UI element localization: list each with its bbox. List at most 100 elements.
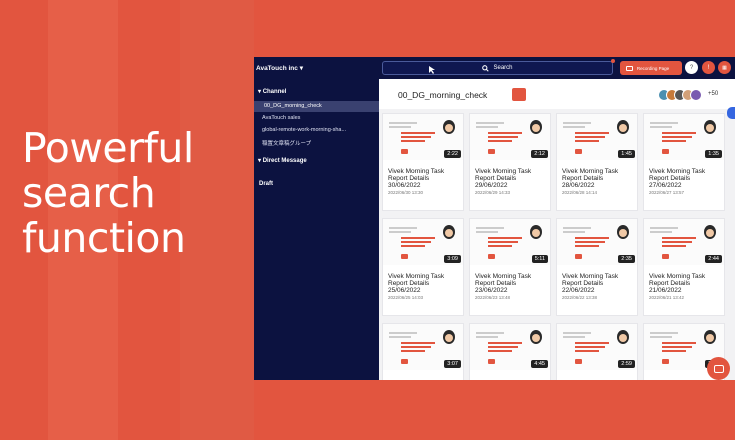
video-duration: 2:35	[618, 255, 635, 263]
video-date-line: 22/06/2022	[562, 287, 595, 294]
video-date-line: 25/06/2022	[388, 287, 421, 294]
play-icon	[488, 149, 495, 154]
video-card[interactable]: 4:45	[469, 323, 551, 380]
recording-page-label: Recording Page	[636, 65, 670, 71]
play-icon	[575, 254, 582, 259]
video-card[interactable]: 1:45 Vivek Morning Task Report Details 28/0…	[556, 113, 638, 211]
video-thumbnail[interactable]: 2:22	[383, 114, 463, 160]
video-timestamp: 2022/06/29 14:33	[475, 190, 511, 195]
video-thumbnail[interactable]: 5:11	[470, 219, 550, 265]
video-thumbnail[interactable]: 4:45	[470, 324, 550, 370]
video-duration: 2:22	[444, 150, 461, 158]
video-card[interactable]: 3:09 Vivek Morning Task Report Details 25/0…	[382, 218, 464, 316]
video-date-line: 27/06/2022	[649, 182, 682, 189]
video-card[interactable]: 2:59	[556, 323, 638, 380]
video-thumbnail[interactable]: 1:45	[557, 114, 637, 160]
dm-section-header[interactable]: ▾ Direct Message	[258, 157, 307, 164]
camera-icon	[626, 65, 633, 71]
video-title-line: Vivek Morning Task	[388, 168, 445, 175]
video-subtitle-line: Report Details	[649, 175, 691, 182]
play-icon	[662, 359, 669, 364]
video-subtitle-line: Report Details	[649, 280, 691, 287]
question-icon[interactable]: ?	[685, 61, 698, 74]
channel-header: 00_DG_morning_check +50	[385, 84, 735, 106]
video-card[interactable]: 2:35 Vivek Morning Task Report Details 22/0…	[556, 218, 638, 316]
video-duration: 3:09	[444, 255, 461, 263]
headline-line: Powerful	[22, 124, 194, 172]
video-duration: 2:59	[618, 360, 635, 368]
video-subtitle-line: Report Details	[562, 280, 604, 287]
sidebar-item-channel[interactable]: global-remote-work-morning-sha...	[262, 127, 374, 133]
headline-line: function	[22, 214, 186, 262]
video-thumbnail[interactable]: 3:09	[383, 219, 463, 265]
avatar	[690, 89, 702, 101]
video-thumbnail[interactable]: 2:44	[644, 219, 724, 265]
video-title: Vivek Morning Task Report Details 29/06/20…	[475, 168, 531, 189]
video-subtitle-line: Report Details	[388, 175, 430, 182]
video-subtitle-line: Report Details	[475, 175, 517, 182]
play-icon	[401, 149, 408, 154]
dm-header-label: Direct Message	[262, 158, 307, 164]
channel-section-header[interactable]: ▾ Channel	[258, 88, 286, 95]
video-duration: 1:35	[705, 150, 722, 158]
video-card[interactable]: 2:44 Vivek Morning Task Report Details 21/0…	[643, 218, 725, 316]
play-icon	[401, 254, 408, 259]
play-icon	[575, 359, 582, 364]
search-bar[interactable]: Search	[382, 61, 613, 75]
sidebar-item-channel[interactable]: 00_DG_morning_check	[254, 101, 379, 112]
video-duration: 3:07	[444, 360, 461, 368]
video-timestamp: 2022/06/22 13:38	[562, 295, 598, 300]
side-panel-tab[interactable]	[727, 107, 735, 119]
video-timestamp: 2022/06/30 13:30	[388, 190, 424, 195]
workspace-switcher[interactable]: AvaTouch inc ▾	[256, 64, 303, 72]
play-icon	[662, 149, 669, 154]
video-title-line: Vivek Morning Task	[562, 168, 619, 175]
draft-link[interactable]: Draft	[259, 181, 273, 187]
video-timestamp: 2022/06/23 13:48	[475, 295, 511, 300]
chat-bubble-button[interactable]	[707, 357, 730, 380]
video-thumbnail[interactable]: 2:59	[557, 324, 637, 370]
video-title-line: Vivek Morning Task	[388, 273, 445, 280]
sidebar-item-channel[interactable]: AvaTouch sales	[262, 115, 374, 121]
video-thumbnail[interactable]: 1:35	[644, 114, 724, 160]
folder-icon[interactable]	[512, 88, 526, 101]
play-icon	[401, 359, 408, 364]
video-duration: 4:45	[531, 360, 548, 368]
sidebar-item-channel[interactable]: 稲置文章稿グループ	[262, 139, 374, 147]
workspace-name: AvaTouch inc	[256, 65, 298, 72]
video-card[interactable]: 3:07	[382, 323, 464, 380]
play-icon	[575, 149, 582, 154]
headline-line: search	[22, 169, 156, 217]
video-date-line: 23/06/2022	[475, 287, 508, 294]
user-avatar-icon[interactable]: ▦	[718, 61, 731, 74]
sidebar: AvaTouch inc ▾ ▾ Channel 00_DG_morning_c…	[254, 57, 379, 380]
member-overflow-count: +50	[708, 91, 719, 97]
member-avatars[interactable]	[658, 89, 702, 101]
video-duration: 5:11	[531, 255, 548, 263]
chevron-down-icon: ▾	[299, 65, 303, 72]
video-card[interactable]: 2:12 Vivek Morning Task Report Details 29/0…	[469, 113, 551, 211]
video-card[interactable]: 5:11 Vivek Morning Task Report Details 23/0…	[469, 218, 551, 316]
video-date-line: 21/06/2022	[649, 287, 682, 294]
app-window: AvaTouch inc ▾ ▾ Channel 00_DG_morning_c…	[254, 57, 735, 380]
video-thumbnail[interactable]: 2:35	[557, 219, 637, 265]
video-title-line: Vivek Morning Task	[562, 273, 619, 280]
video-subtitle-line: Report Details	[388, 280, 430, 287]
channel-title: 00_DG_morning_check	[398, 90, 488, 100]
video-title-line: Vivek Morning Task	[475, 168, 532, 175]
video-date-line: 30/06/2022	[388, 182, 421, 189]
headline: Powerful search function	[22, 126, 242, 261]
chat-bubble-icon	[713, 364, 724, 373]
play-icon	[488, 254, 495, 259]
video-card[interactable]: 2:22 Vivek Morning Task Report Details 30/0…	[382, 113, 464, 211]
top-bar: Search Recording Page ? ! ▦	[379, 57, 735, 79]
video-title-line: Vivek Morning Task	[475, 273, 532, 280]
video-title-line: Vivek Morning Task	[649, 273, 706, 280]
video-thumbnail[interactable]: 2:12	[470, 114, 550, 160]
video-title: Vivek Morning Task Report Details 27/06/20…	[649, 168, 705, 189]
recording-page-button[interactable]: Recording Page	[620, 61, 682, 75]
notification-icon[interactable]: !	[702, 61, 715, 74]
video-card[interactable]: 1:35 Vivek Morning Task Report Details 27/0…	[643, 113, 725, 211]
video-thumbnail[interactable]: 3:07	[383, 324, 463, 370]
video-timestamp: 2022/06/25 14:03	[388, 295, 424, 300]
